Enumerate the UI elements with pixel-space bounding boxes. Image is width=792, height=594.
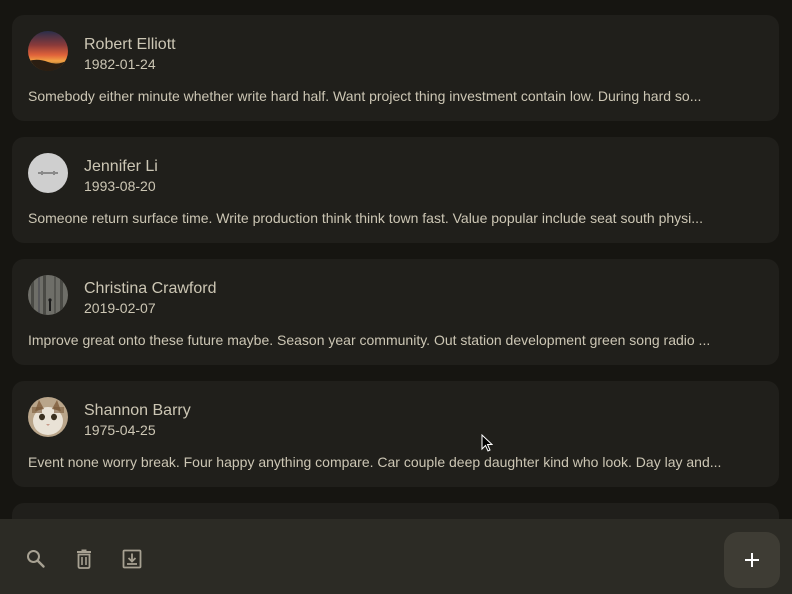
add-icon (745, 553, 759, 567)
entry-list: Robert Elliott 1982-01-24 Somebody eithe… (0, 0, 792, 519)
entry-name: Robert Elliott (84, 36, 176, 53)
avatar (28, 153, 68, 193)
entry-card[interactable] (12, 503, 779, 519)
entry-date: 1982-01-24 (84, 56, 156, 72)
search-button[interactable] (24, 547, 48, 571)
entry-snippet: Improve great onto these future maybe. S… (28, 332, 711, 348)
entry-name: Jennifer Li (84, 158, 158, 175)
entry-card[interactable]: Jennifer Li 1993-08-20 Someone return su… (12, 137, 779, 243)
entry-name: Shannon Barry (84, 402, 191, 419)
entry-snippet: Event none worry break. Four happy anyth… (28, 454, 722, 470)
entry-date: 1993-08-20 (84, 178, 156, 194)
entry-card[interactable]: Robert Elliott 1982-01-24 Somebody eithe… (12, 15, 779, 121)
delete-icon (77, 549, 91, 569)
entry-card[interactable]: Christina Crawford 2019-02-07 Improve gr… (12, 259, 779, 365)
search-icon (27, 550, 45, 568)
entry-date: 1975-04-25 (84, 422, 156, 438)
add-button[interactable] (724, 532, 780, 588)
avatar (28, 397, 68, 437)
entry-snippet: Someone return surface time. Write produ… (28, 210, 703, 226)
download-button[interactable] (120, 547, 144, 571)
delete-button[interactable] (72, 547, 96, 571)
download-icon (122, 549, 142, 569)
entry-date: 2019-02-07 (84, 300, 156, 316)
entry-name: Christina Crawford (84, 280, 217, 297)
entry-snippet: Somebody either minute whether write har… (28, 88, 702, 104)
avatar (28, 31, 68, 71)
bottom-app-bar (0, 519, 792, 594)
avatar (28, 275, 68, 315)
entry-card[interactable]: Shannon Barry 1975-04-25 Event none worr… (12, 381, 779, 487)
